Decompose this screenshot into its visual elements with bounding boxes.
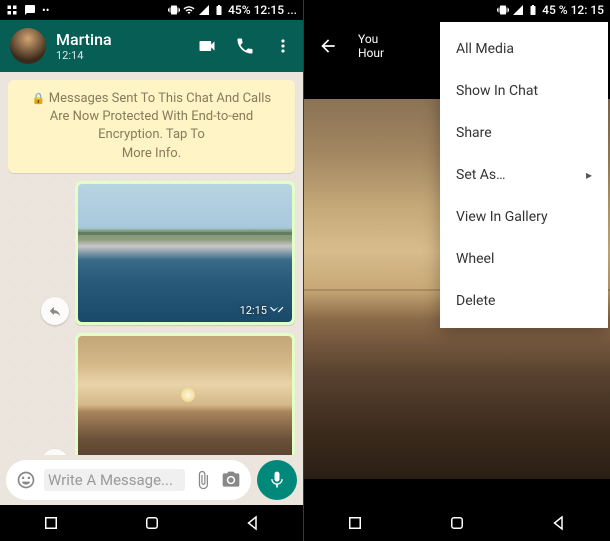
voice-call-icon[interactable] <box>235 36 255 56</box>
encryption-text: Messages Sent To This Chat And Calls Are… <box>49 91 271 142</box>
status-dots: •• <box>42 4 49 17</box>
chat-header: Martina 12:14 <box>0 20 303 72</box>
avatar[interactable] <box>10 28 46 64</box>
delivered-icon <box>270 305 284 315</box>
encryption-more: More Info. <box>122 146 181 161</box>
recents-icon[interactable] <box>42 514 60 532</box>
contact-name: Martina <box>56 30 187 49</box>
status-bar: 45 % 12: 15 <box>304 0 610 20</box>
vibrate-icon <box>168 4 180 16</box>
vibrate-icon <box>497 4 509 16</box>
mic-button[interactable] <box>257 460 297 500</box>
battery-icon <box>527 4 539 16</box>
back-icon[interactable] <box>550 514 568 532</box>
recents-icon[interactable] <box>346 514 364 532</box>
wifi-icon <box>183 4 195 16</box>
menu-set-as[interactable]: Set As…▸ <box>440 154 608 196</box>
back-arrow-icon[interactable] <box>318 36 338 56</box>
attach-icon[interactable] <box>193 470 213 490</box>
status-battery-time: 45 % 12: 15 <box>542 3 604 17</box>
contact-subtitle: 12:14 <box>56 49 187 62</box>
android-nav-bar <box>304 505 610 541</box>
menu-share[interactable]: Share <box>440 112 608 154</box>
chat-icon <box>24 4 36 16</box>
media-viewer-screen: 45 % 12: 15 You Hour All Media Show In C… <box>304 0 610 541</box>
message-row: 12:15 <box>8 181 295 325</box>
message-row: 12:15 <box>8 333 295 455</box>
status-battery-time: 45% 12:15 ... <box>228 3 297 17</box>
more-icon[interactable] <box>273 36 293 56</box>
menu-view-in-gallery[interactable]: View In Gallery <box>440 196 608 238</box>
input-placeholder: Write A Message... <box>44 469 185 491</box>
context-menu: All Media Show In Chat Share Set As…▸ Vi… <box>440 22 608 328</box>
message-timestamp: 12:15 <box>240 304 284 317</box>
image-thumbnail[interactable]: 12:15 <box>78 336 292 455</box>
menu-all-media[interactable]: All Media <box>440 28 608 70</box>
emoji-icon[interactable] <box>16 470 36 490</box>
menu-delete[interactable]: Delete <box>440 280 608 322</box>
back-icon[interactable] <box>244 514 262 532</box>
message-input-bar: Write A Message... <box>0 455 303 505</box>
media-meta[interactable]: You Hour <box>358 32 384 60</box>
mic-icon <box>267 470 287 490</box>
image-thumbnail[interactable]: 12:15 <box>78 184 292 322</box>
forward-icon <box>48 304 62 318</box>
signal-icon <box>198 4 210 16</box>
chat-title-block[interactable]: Martina 12:14 <box>56 30 187 62</box>
message-input[interactable]: Write A Message... <box>6 460 251 500</box>
android-nav-bar <box>0 505 303 541</box>
whatsapp-chat-screen: •• 45% 12:15 ... Martina 12:14 🔒 Message… <box>0 0 304 541</box>
apps-icon <box>6 4 18 16</box>
encryption-notice[interactable]: 🔒 Messages Sent To This Chat And Calls A… <box>8 80 295 173</box>
image-message[interactable]: 12:15 <box>75 181 295 325</box>
status-bar: •• 45% 12:15 ... <box>0 0 303 20</box>
lock-icon: 🔒 <box>32 92 46 105</box>
camera-icon[interactable] <box>221 470 241 490</box>
chat-body[interactable]: 🔒 Messages Sent To This Chat And Calls A… <box>0 72 303 455</box>
menu-wheel[interactable]: Wheel <box>440 238 608 280</box>
home-icon[interactable] <box>143 514 161 532</box>
battery-icon <box>213 4 225 16</box>
image-message[interactable]: 12:15 <box>75 333 295 455</box>
signal-icon <box>512 4 524 16</box>
home-icon[interactable] <box>448 514 466 532</box>
media-time: Hour <box>358 46 384 60</box>
video-call-icon[interactable] <box>197 36 217 56</box>
menu-show-in-chat[interactable]: Show In Chat <box>440 70 608 112</box>
forward-button[interactable] <box>41 297 69 325</box>
media-sender: You <box>358 32 384 46</box>
chevron-right-icon: ▸ <box>586 168 592 182</box>
